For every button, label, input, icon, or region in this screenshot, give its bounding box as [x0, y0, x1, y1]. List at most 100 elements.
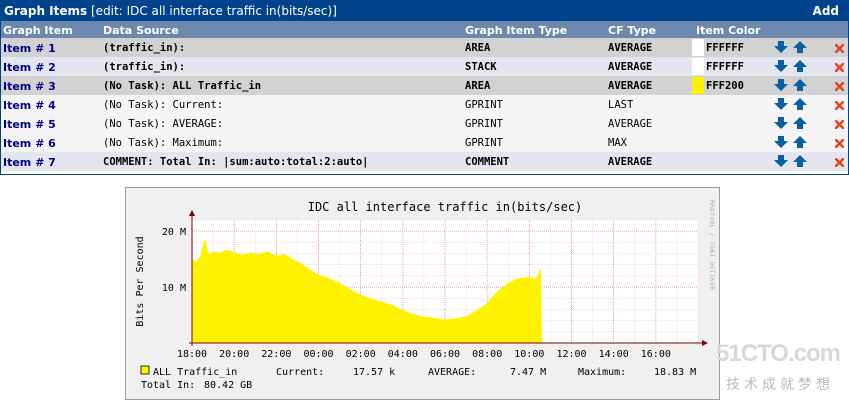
table-row: Item # 1 (traffic_in): AREA AVERAGE FFFFFF: [1, 38, 848, 57]
graph-item-type: GPRINT: [465, 99, 503, 111]
x-tick-label: 02:00: [346, 349, 376, 360]
x-tick-label: 04:00: [388, 349, 418, 360]
cf-type: AVERAGE: [608, 80, 653, 92]
item-link[interactable]: Item # 3: [3, 80, 56, 93]
traffic-chart: 10 M 20 M 18:00 20:00 22:00 00:00 02:00 04:00 06…: [135, 200, 715, 391]
legend-total-label: Total In:: [141, 380, 195, 391]
move-up-arrow-icon[interactable]: [793, 41, 807, 56]
move-up-arrow-icon[interactable]: [793, 155, 807, 170]
color-swatch: [692, 58, 704, 75]
item-link[interactable]: Item # 2: [3, 61, 56, 74]
table-row: Item # 2 (traffic_in): STACK AVERAGE FFFFFF: [1, 57, 848, 76]
y-tick-label: 10 M: [162, 283, 186, 294]
move-down-arrow-icon[interactable]: [774, 136, 788, 151]
header-cf-type: CF Type: [608, 24, 657, 37]
y-axis-label: Bits Per Second: [135, 236, 146, 326]
data-source: (No Task): Maximum:: [103, 137, 224, 149]
move-down-arrow-icon[interactable]: [774, 60, 788, 75]
table-row: Item # 5 (No Task): AVERAGE: GPRINT AVERAGE: [1, 114, 848, 133]
data-source: (No Task): AVERAGE:: [103, 118, 224, 130]
move-down-arrow-icon[interactable]: [774, 155, 788, 170]
graph-item-type: STACK: [465, 61, 497, 73]
move-down-arrow-icon[interactable]: [774, 117, 788, 132]
graph-items-list: Item # 1 (traffic_in): AREA AVERAGE FFFFFF It…: [1, 38, 848, 171]
graph-item-type: AREA: [465, 42, 491, 54]
legend-total-value: 80.42 GB: [204, 380, 252, 391]
table-row: Item # 6 (No Task): Maximum: GPRINT MAX: [1, 133, 848, 152]
cf-type: AVERAGE: [608, 156, 653, 168]
x-tick-label: 08:00: [472, 349, 502, 360]
item-link[interactable]: Item # 5: [3, 118, 56, 131]
x-tick-label: 20:00: [219, 349, 249, 360]
panel-title-bar: Graph Items [edit: IDC all interface tra…: [1, 1, 848, 21]
move-down-arrow-icon[interactable]: [774, 41, 788, 56]
cf-type: AVERAGE: [608, 118, 653, 130]
panel-title: Graph Items [edit: IDC all interface tra…: [4, 4, 337, 18]
color-swatch: [692, 39, 704, 56]
graph-item-type: COMMENT: [465, 156, 510, 168]
watermark-brand: 51CTO.com: [716, 340, 841, 367]
item-color-hex: FFFFFF: [706, 61, 744, 73]
item-link[interactable]: Item # 7: [3, 156, 56, 169]
data-source: (traffic_in):: [103, 61, 186, 73]
item-link[interactable]: Item # 4: [3, 99, 56, 112]
legend-series: ALL Traffic_in: [153, 367, 237, 378]
move-up-arrow-icon[interactable]: [793, 79, 807, 94]
legend-average-label: AVERAGE:: [428, 367, 476, 378]
cf-type: MAX: [608, 137, 627, 149]
delete-x-icon[interactable]: [834, 62, 845, 75]
chart-title: IDC all interface traffic in(bits/sec): [308, 200, 583, 214]
data-source: (No Task): Current:: [103, 99, 224, 111]
move-up-arrow-icon[interactable]: [793, 136, 807, 151]
item-color-hex: FFF200: [706, 80, 744, 92]
header-data-source: Data Source: [103, 24, 179, 37]
data-source: (No Task): ALL Traffic_in: [103, 80, 262, 92]
delete-x-icon[interactable]: [834, 43, 845, 56]
watermark: 51CTO.com 技术成就梦想: [716, 340, 846, 400]
table-row: Item # 3 (No Task): ALL Traffic_in AREA AVE…: [1, 76, 848, 95]
legend-maximum-value: 18.83 M: [654, 367, 696, 378]
legend-average-value: 7.47 M: [510, 367, 546, 378]
delete-x-icon[interactable]: [834, 138, 845, 151]
delete-x-icon[interactable]: [834, 157, 845, 170]
x-tick-label: 18:00: [177, 349, 207, 360]
delete-x-icon[interactable]: [834, 119, 845, 132]
move-up-arrow-icon[interactable]: [793, 60, 807, 75]
x-tick-label: 10:00: [514, 349, 544, 360]
column-headers: Graph Item Data Source Graph Item Type C…: [1, 21, 848, 38]
x-tick-label: 14:00: [599, 349, 629, 360]
delete-x-icon[interactable]: [834, 81, 845, 94]
graph-items-panel: Graph Items [edit: IDC all interface tra…: [0, 0, 849, 175]
legend-maximum-label: Maximum:: [578, 367, 626, 378]
table-row: Item # 7 COMMENT: Total In: |sum:auto:tot…: [1, 152, 848, 171]
graph-item-type: AREA: [465, 80, 491, 92]
move-down-arrow-icon[interactable]: [774, 98, 788, 113]
move-up-arrow-icon[interactable]: [793, 98, 807, 113]
data-source: (traffic_in):: [103, 42, 186, 54]
move-up-arrow-icon[interactable]: [793, 117, 807, 132]
x-axis-arrow: [702, 340, 708, 346]
x-tick-label: 12:00: [556, 349, 586, 360]
move-down-arrow-icon[interactable]: [774, 79, 788, 94]
y-tick-label: 20 M: [162, 227, 186, 238]
item-link[interactable]: Item # 6: [3, 137, 56, 150]
table-row: Item # 4 (No Task): Current: GPRINT LAST: [1, 95, 848, 114]
legend-current-value: 17.57 k: [353, 367, 395, 378]
data-source: COMMENT: Total In: |sum:auto:total:2:aut…: [103, 156, 369, 168]
x-tick-label: 00:00: [303, 349, 333, 360]
add-button[interactable]: Add: [813, 4, 839, 18]
legend-swatch: [140, 365, 150, 375]
item-color-hex: FFFFFF: [706, 42, 744, 54]
x-tick-label: 22:00: [261, 349, 291, 360]
delete-x-icon[interactable]: [834, 100, 845, 113]
watermark-tagline: 技术成就梦想: [726, 377, 834, 393]
y-axis-arrow: [189, 210, 195, 216]
legend-current-label: Current:: [276, 367, 324, 378]
header-graph-item: Graph Item: [3, 24, 73, 37]
header-item-color: Item Color: [696, 24, 761, 37]
item-link[interactable]: Item # 1: [3, 42, 56, 55]
cf-type: AVERAGE: [608, 42, 653, 54]
graph-item-type: GPRINT: [465, 118, 503, 130]
x-tick-label: 06:00: [430, 349, 460, 360]
cf-type: LAST: [608, 99, 634, 111]
